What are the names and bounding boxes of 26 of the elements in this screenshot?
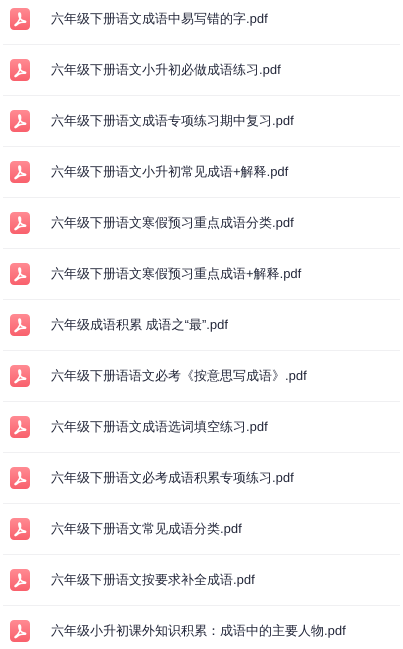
file-name[interactable]: 六年级下册语语文必考《按意思写成语》.pdf bbox=[51, 366, 307, 386]
file-name[interactable]: 六年级下册语文常见成语分类.pdf bbox=[51, 519, 242, 539]
file-name[interactable]: 六年级下册语文小升初常见成语+解释.pdf bbox=[51, 162, 288, 182]
pdf-file-icon bbox=[10, 365, 30, 387]
file-name[interactable]: 六年级下册语文成语选词填空练习.pdf bbox=[51, 417, 268, 437]
pdf-file-icon bbox=[10, 314, 30, 336]
pdf-file-icon bbox=[10, 8, 30, 30]
pdf-file-icon bbox=[10, 518, 30, 540]
pdf-file-icon bbox=[10, 416, 30, 438]
pdf-file-icon bbox=[10, 212, 30, 234]
pdf-file-icon bbox=[10, 263, 30, 285]
file-name[interactable]: 六年级成语积累 成语之“最”.pdf bbox=[51, 315, 228, 335]
pdf-file-icon bbox=[10, 59, 30, 81]
pdf-file-icon bbox=[10, 161, 30, 183]
file-name[interactable]: 六年级下册语文成语专项练习期中复习.pdf bbox=[51, 111, 294, 131]
file-name[interactable]: 六年级下册语文成语中易写错的字.pdf bbox=[51, 9, 268, 29]
pdf-file-icon bbox=[10, 569, 30, 591]
file-name[interactable]: 六年级下册语文必考成语积累专项练习.pdf bbox=[51, 468, 294, 488]
file-name[interactable]: 六年级下册语文小升初必做成语练习.pdf bbox=[51, 60, 281, 80]
file-name[interactable]: 六年级下册语文寒假预习重点成语+解释.pdf bbox=[51, 264, 302, 284]
pdf-file-icon bbox=[10, 110, 30, 132]
file-name[interactable]: 六年级下册语文按要求补全成语.pdf bbox=[51, 570, 255, 590]
file-name[interactable]: 六年级小升初课外知识积累：成语中的主要人物.pdf bbox=[51, 621, 346, 641]
pdf-file-icon bbox=[10, 620, 30, 642]
pdf-file-icon bbox=[10, 467, 30, 489]
file-name[interactable]: 六年级下册语文寒假预习重点成语分类.pdf bbox=[51, 213, 294, 233]
